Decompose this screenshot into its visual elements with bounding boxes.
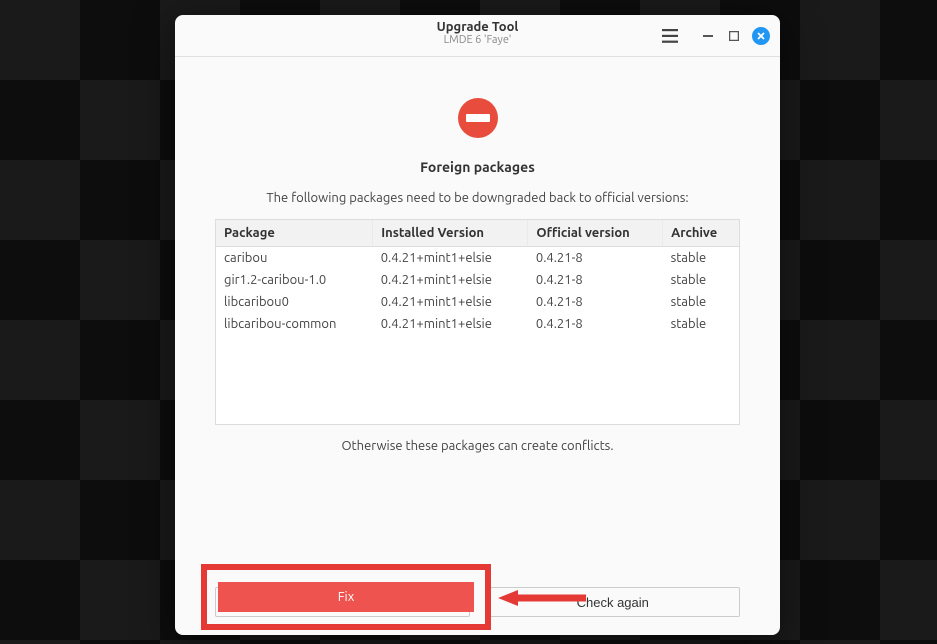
table-cell: 0.4.21+mint1+elsie xyxy=(373,269,528,291)
table-row[interactable]: gir1.2-caribou-1.00.4.21+mint1+elsie0.4.… xyxy=(216,269,739,291)
annotation-highlight-fill: Fix xyxy=(218,582,474,612)
col-archive[interactable]: Archive xyxy=(663,220,739,247)
table-cell: stable xyxy=(663,269,739,291)
table-cell: 0.4.21-8 xyxy=(528,291,663,313)
packages-table[interactable]: Package Installed Version Official versi… xyxy=(215,219,740,425)
col-installed[interactable]: Installed Version xyxy=(373,220,528,247)
col-official[interactable]: Official version xyxy=(528,220,663,247)
upgrade-tool-window: Upgrade Tool LMDE 6 'Faye' xyxy=(175,15,780,635)
window-controls xyxy=(700,27,770,45)
table-cell: stable xyxy=(663,247,739,270)
table-cell: gir1.2-caribou-1.0 xyxy=(216,269,373,291)
table-cell: caribou xyxy=(216,247,373,270)
minimize-button[interactable] xyxy=(700,28,716,44)
window-subtitle: LMDE 6 'Faye' xyxy=(437,34,519,46)
table-cell: 0.4.21-8 xyxy=(528,269,663,291)
title-center: Upgrade Tool LMDE 6 'Faye' xyxy=(437,20,519,46)
page-footnote: Otherwise these packages can create conf… xyxy=(341,439,613,453)
close-button[interactable] xyxy=(752,27,770,45)
table-cell: 0.4.21+mint1+elsie xyxy=(373,313,528,335)
table-cell: 0.4.21+mint1+elsie xyxy=(373,247,528,270)
table-row[interactable]: libcaribou00.4.21+mint1+elsie0.4.21-8sta… xyxy=(216,291,739,313)
table-cell: stable xyxy=(663,291,739,313)
page-heading: Foreign packages xyxy=(420,159,535,175)
table-cell: 0.4.21-8 xyxy=(528,247,663,270)
table-cell: stable xyxy=(663,313,739,335)
table-header-row: Package Installed Version Official versi… xyxy=(216,220,739,247)
titlebar: Upgrade Tool LMDE 6 'Faye' xyxy=(175,15,780,57)
content-area: Foreign packages The following packages … xyxy=(175,57,780,587)
table-row[interactable]: caribou0.4.21+mint1+elsie0.4.21-8stable xyxy=(216,247,739,270)
check-again-button[interactable]: Check again xyxy=(486,587,741,617)
table-cell: 0.4.21+mint1+elsie xyxy=(373,291,528,313)
hamburger-menu-icon[interactable] xyxy=(656,23,684,49)
maximize-button[interactable] xyxy=(726,28,742,44)
page-subheading: The following packages need to be downgr… xyxy=(266,191,688,205)
window-title: Upgrade Tool xyxy=(437,20,519,34)
table-row[interactable]: libcaribou-common0.4.21+mint1+elsie0.4.2… xyxy=(216,313,739,335)
col-package[interactable]: Package xyxy=(216,220,373,247)
table-cell: libcaribou-common xyxy=(216,313,373,335)
no-entry-icon xyxy=(457,97,499,139)
table-cell: libcaribou0 xyxy=(216,291,373,313)
table-cell: 0.4.21-8 xyxy=(528,313,663,335)
